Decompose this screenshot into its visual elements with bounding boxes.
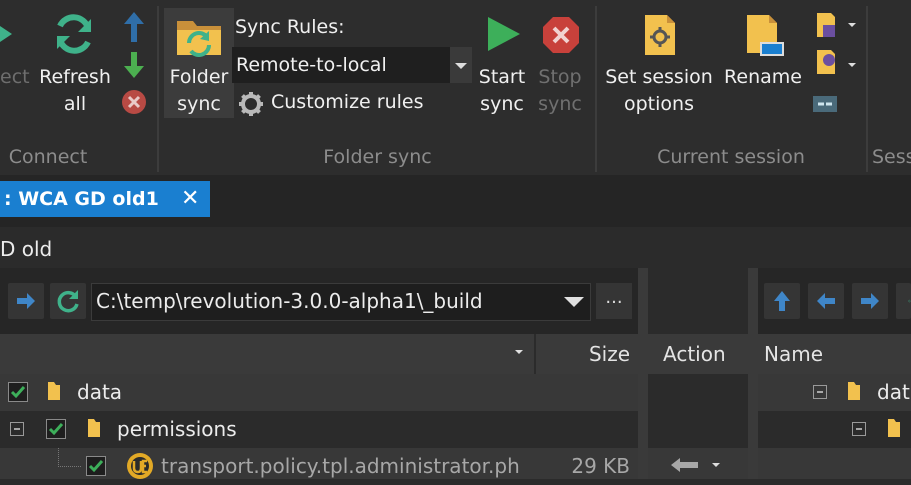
chevron-down-icon[interactable] xyxy=(512,344,526,358)
disconnect-icon[interactable] xyxy=(120,88,148,116)
folder-icon xyxy=(48,382,60,400)
column-header-name[interactable] xyxy=(0,334,534,374)
folder-sync-label-line1: Folder xyxy=(169,66,229,88)
set-session-options-label-line1: Set session xyxy=(605,66,713,88)
arrow-up-icon xyxy=(774,291,790,311)
sync-rules-value: Remote-to-local xyxy=(236,54,387,76)
column-header-size-label: Size xyxy=(588,342,630,366)
save-session-icon[interactable] xyxy=(812,10,840,40)
forward-button[interactable] xyxy=(852,283,888,319)
file-name: dat xyxy=(877,380,910,404)
session-title: D old xyxy=(0,237,53,261)
rename-icon[interactable] xyxy=(742,12,786,60)
checkmark-icon xyxy=(48,423,64,436)
customize-rules-button[interactable]: Customize rules xyxy=(236,89,436,119)
path-input[interactable]: C:\temp\revolution-3.0.0-alpha1\_build xyxy=(96,286,483,316)
browse-button[interactable]: ... xyxy=(596,283,632,319)
start-sync-label-line2: sync xyxy=(480,93,524,115)
chevron-down-icon[interactable] xyxy=(846,56,858,68)
stop-sync-label-line1: Stop xyxy=(538,66,582,88)
arrow-right-icon xyxy=(17,293,35,309)
collapse-icon[interactable] xyxy=(10,422,24,436)
back-button[interactable] xyxy=(808,283,844,319)
set-session-options-button[interactable]: Set session options xyxy=(600,64,718,118)
folder-icon xyxy=(848,382,860,400)
ribbon-separator xyxy=(595,6,597,172)
folder-icon xyxy=(88,419,100,437)
link-icon[interactable] xyxy=(810,90,840,116)
close-icon[interactable]: ✕ xyxy=(181,185,199,213)
tab-session-label: : WCA GD old1 xyxy=(4,188,159,210)
arrow-right-icon xyxy=(861,293,879,309)
php-file-icon xyxy=(127,453,153,479)
session-options-icon[interactable] xyxy=(640,12,680,58)
start-sync-button[interactable]: Start sync xyxy=(474,64,530,118)
sync-rules-label: Sync Rules: xyxy=(235,16,345,38)
chevron-down-icon[interactable] xyxy=(710,460,722,470)
connect-icon[interactable] xyxy=(0,12,12,56)
ribbon-separator xyxy=(157,6,159,172)
stop-sync-button[interactable]: Stop sync xyxy=(532,64,588,118)
folder-sync-label-line2: sync xyxy=(177,93,221,115)
path-dropdown-button[interactable] xyxy=(560,285,588,317)
chevron-down-icon[interactable] xyxy=(846,16,858,28)
refresh-all-button[interactable]: Refresh all xyxy=(36,64,114,118)
table-row[interactable] xyxy=(758,448,911,479)
refresh-all-icon[interactable] xyxy=(50,10,98,58)
file-name: transport.policy.tpl.administrator.ph xyxy=(161,454,520,478)
session-url-icon[interactable] xyxy=(812,46,840,78)
rename-button[interactable]: Rename xyxy=(718,64,808,91)
folder-sync-label: Folder sync xyxy=(162,64,236,118)
arrow-left-icon xyxy=(817,293,835,309)
next-group-caption: Sess xyxy=(872,146,911,168)
set-session-options-label-line2: options xyxy=(624,93,694,115)
panel-splitter[interactable] xyxy=(748,268,758,479)
connect-button-label[interactable]: ect xyxy=(0,64,30,91)
refresh-icon xyxy=(57,290,79,313)
gear-icon xyxy=(239,92,263,116)
column-header-name-right-label: Name xyxy=(764,342,824,366)
parent-directory-button[interactable] xyxy=(764,283,800,319)
panel-splitter[interactable] xyxy=(638,268,648,479)
forward-button[interactable] xyxy=(8,283,44,319)
session-title-bar xyxy=(0,228,911,268)
folder-sync-icon[interactable] xyxy=(174,12,224,58)
file-name: data xyxy=(77,380,123,404)
collapse-icon[interactable] xyxy=(813,385,827,399)
ribbon-separator xyxy=(866,6,868,172)
folder-sync-group-caption: Folder sync xyxy=(323,146,432,168)
chevron-down-icon xyxy=(455,63,467,69)
tree-connector xyxy=(58,448,81,467)
row-checkbox[interactable] xyxy=(46,419,66,439)
arrow-down-icon[interactable] xyxy=(120,48,148,82)
refresh-button[interactable] xyxy=(896,283,911,319)
customize-rules-label: Customize rules xyxy=(271,91,424,113)
row-checkbox[interactable] xyxy=(86,456,106,476)
sync-rules-dropdown-button[interactable] xyxy=(450,47,472,83)
column-header-action-label: Action xyxy=(663,342,726,366)
refresh-all-label-line2: all xyxy=(63,93,87,115)
row-checkbox[interactable] xyxy=(8,382,28,402)
start-sync-label-line1: Start xyxy=(478,66,526,88)
checkmark-icon xyxy=(10,386,26,399)
stop-sync-icon[interactable] xyxy=(540,14,582,56)
current-session-group-caption: Current session xyxy=(657,146,805,168)
arrow-up-icon[interactable] xyxy=(120,8,148,46)
arrow-left-icon xyxy=(671,458,698,472)
chevron-down-icon xyxy=(564,297,584,307)
stop-sync-label-line2: sync xyxy=(538,93,582,115)
folder-icon xyxy=(888,419,900,437)
file-size: 29 KB xyxy=(571,454,630,478)
checkmark-icon xyxy=(88,460,104,473)
refresh-all-label-line1: Refresh xyxy=(39,66,111,88)
start-sync-icon[interactable] xyxy=(483,14,523,54)
refresh-button[interactable] xyxy=(50,283,86,319)
file-name: permissions xyxy=(117,417,237,441)
collapse-icon[interactable] xyxy=(852,422,866,436)
connect-group-caption: Connect xyxy=(8,146,88,168)
